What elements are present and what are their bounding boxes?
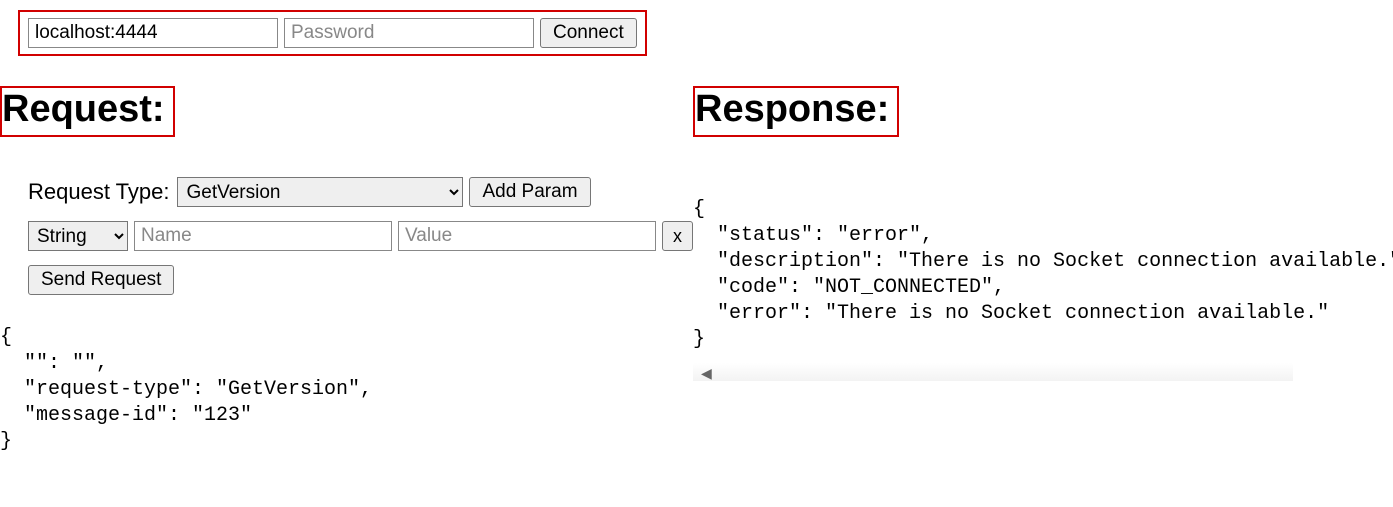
request-heading: Request: xyxy=(2,88,165,131)
scroll-left-icon: ◀ xyxy=(701,365,712,382)
param-type-select[interactable]: String xyxy=(28,221,128,251)
send-row: Send Request xyxy=(28,265,693,295)
password-input[interactable] xyxy=(284,18,534,48)
param-name-input[interactable] xyxy=(134,221,392,251)
response-scrollbar[interactable]: ◀ xyxy=(693,363,1293,381)
connect-bar: Connect xyxy=(18,10,647,56)
add-param-button[interactable]: Add Param xyxy=(469,177,590,207)
connect-button[interactable]: Connect xyxy=(540,18,637,48)
request-type-label: Request Type: xyxy=(28,179,169,205)
response-column: Response: { "status": "error", "descript… xyxy=(693,86,1393,381)
request-form: Request Type: GetVersion Add Param Strin… xyxy=(28,177,693,295)
request-heading-box: Request: xyxy=(0,86,175,137)
param-value-input[interactable] xyxy=(398,221,656,251)
response-heading-box: Response: xyxy=(693,86,899,137)
request-column: Request: Request Type: GetVersion Add Pa… xyxy=(0,86,693,455)
host-input[interactable] xyxy=(28,18,278,48)
request-json-preview: { "": "", "request-type": "GetVersion", … xyxy=(0,325,693,455)
remove-param-button[interactable]: x xyxy=(662,221,693,251)
response-json: { "status": "error", "description": "The… xyxy=(693,197,1393,353)
send-request-button[interactable]: Send Request xyxy=(28,265,174,295)
response-heading: Response: xyxy=(695,88,889,131)
request-type-select[interactable]: GetVersion xyxy=(177,177,463,207)
request-type-row: Request Type: GetVersion Add Param xyxy=(28,177,693,207)
param-row: String x xyxy=(28,221,693,251)
